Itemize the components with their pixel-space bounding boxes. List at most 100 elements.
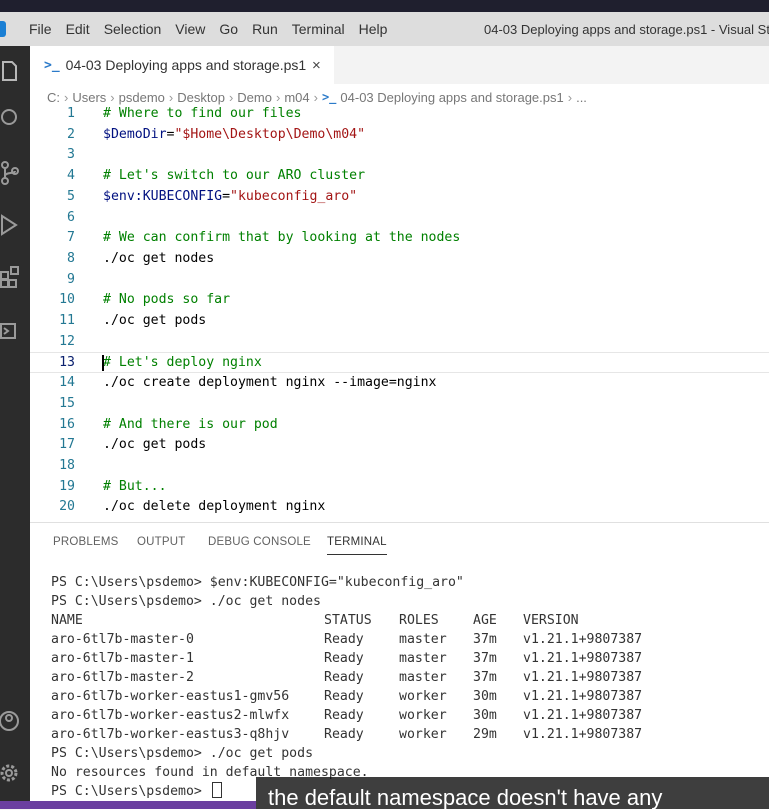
table-cell: Ready <box>324 727 364 742</box>
bottom-panel: PROBLEMS OUTPUT DEBUG CONSOLE TERMINAL P… <box>30 522 769 810</box>
line-text: ./oc get pods <box>103 311 206 332</box>
extensions-icon[interactable] <box>0 264 22 290</box>
breadcrumb-item[interactable]: C: <box>47 90 60 105</box>
table-cell: v1.21.1+9807387 <box>523 689 643 704</box>
run-debug-icon[interactable] <box>0 212 22 238</box>
line-text: ./oc create deployment nginx --image=ngi… <box>103 373 436 394</box>
line-number: 3 <box>67 147 75 163</box>
table-cell: worker <box>399 708 447 723</box>
source-control-icon[interactable] <box>0 160 22 186</box>
code-text: ./oc get pods <box>103 313 207 328</box>
table-cell: Ready <box>324 670 364 685</box>
terminal-prompt: PS C:\Users\psdemo> <box>51 784 210 799</box>
table-header-cell: VERSION <box>523 613 579 628</box>
code-line: 20 ./oc delete deployment nginx <box>30 497 769 518</box>
breadcrumb-item[interactable]: m04 <box>284 90 309 105</box>
editor: >_ 04-03 Deploying apps and storage.ps1 … <box>30 46 769 522</box>
line-number: 15 <box>59 395 75 411</box>
breadcrumb-item[interactable]: psdemo <box>119 90 165 105</box>
line-number: 12 <box>59 333 75 349</box>
menu-edit[interactable]: Edit <box>59 21 97 37</box>
breadcrumb-item[interactable]: Users <box>72 90 106 105</box>
explorer-icon[interactable] <box>0 58 22 84</box>
tab-label: 04-03 Deploying apps and storage.ps1 <box>65 57 307 73</box>
breadcrumb-chevron-icon: › <box>567 89 573 105</box>
menu-file[interactable]: File <box>22 21 59 37</box>
code-line: 7 # We can confirm that by looking at the… <box>30 228 769 249</box>
line-number: 17 <box>59 437 75 453</box>
table-header-cell: STATUS <box>324 613 372 628</box>
menu-terminal[interactable]: Terminal <box>285 21 352 37</box>
line-text: # Let's deploy nginx <box>103 353 262 374</box>
table-cell: worker <box>399 689 447 704</box>
code-string: "$Home\Desktop\Demo\m04" <box>174 126 366 142</box>
code-variable: $DemoDir <box>103 126 167 142</box>
line-text: $env:KUBECONFIG="kubeconfig_aro" <box>103 187 357 208</box>
menu-help[interactable]: Help <box>352 21 395 37</box>
tab-output[interactable]: OUTPUT <box>137 536 185 548</box>
powershell-file-icon: >_ <box>44 57 60 73</box>
code-text: # We can confirm that by looking at the … <box>103 230 461 246</box>
table-cell: aro-6tl7b-master-2 <box>51 670 194 685</box>
code-line: 1 # Where to find our files <box>30 104 769 125</box>
terminal-text: PS C:\Users\psdemo> $env:KUBECONFIG="kub… <box>51 575 464 590</box>
menu-selection[interactable]: Selection <box>97 21 169 37</box>
title-bar: File Edit Selection View Go Run Terminal… <box>0 12 769 46</box>
tab-problems[interactable]: PROBLEMS <box>53 536 119 548</box>
line-number: 14 <box>59 375 75 391</box>
accounts-icon[interactable] <box>0 708 22 734</box>
close-icon[interactable]: × <box>312 57 321 74</box>
top-strip <box>0 0 769 12</box>
line-number: 4 <box>67 168 75 184</box>
terminal[interactable]: PS C:\Users\psdemo> $env:KUBECONFIG="kub… <box>51 573 653 801</box>
line-text: $DemoDir="$Home\Desktop\Demo\m04" <box>103 125 365 146</box>
table-cell: aro-6tl7b-master-0 <box>51 632 194 647</box>
table-cell: v1.21.1+9807387 <box>523 670 643 685</box>
table-cell: 37m <box>473 632 497 647</box>
remote-explorer-icon[interactable] <box>0 318 22 344</box>
breadcrumb-item[interactable]: Desktop <box>177 90 225 105</box>
line-number: 18 <box>59 457 75 473</box>
breadcrumb-item[interactable]: Demo <box>237 90 272 105</box>
table-header-cell: NAME <box>51 613 83 628</box>
breadcrumb-item[interactable]: ... <box>576 90 587 105</box>
code-line: 5 $env:KUBECONFIG="kubeconfig_aro" <box>30 187 769 208</box>
code-area[interactable]: 1 # Where to find our files 2 $DemoDir="$Ho… <box>30 104 769 522</box>
line-text: # And there is our pod <box>103 415 278 436</box>
terminal-table-row: aro-6tl7b-worker-eastus3-q8hjv Ready worke… <box>51 725 653 744</box>
table-cell: master <box>399 670 447 685</box>
code-text: ./oc delete deployment nginx <box>103 499 326 515</box>
terminal-table-row: aro-6tl7b-master-2 Ready master 37m v1.21.1+… <box>51 668 653 687</box>
table-cell: aro-6tl7b-worker-eastus1-gmv56 <box>51 689 290 704</box>
code-line: 14 ./oc create deployment nginx --image=n… <box>30 373 769 394</box>
code-text: ./oc get nodes <box>103 250 215 266</box>
line-number: 2 <box>67 126 75 142</box>
table-cell: 30m <box>473 689 497 704</box>
tab-debug-console[interactable]: DEBUG CONSOLE <box>208 536 311 548</box>
search-icon[interactable] <box>0 106 22 132</box>
terminal-text: PS C:\Users\psdemo> ./oc get pods <box>51 746 314 761</box>
breadcrumb-item[interactable]: 04-03 Deploying apps and storage.ps1 <box>340 90 563 105</box>
line-text: # We can confirm that by looking at the … <box>103 228 460 249</box>
code-line: 3 <box>30 145 769 166</box>
line-text: # Let's switch to our ARO cluster <box>103 166 365 187</box>
code-line: 11 ./oc get pods <box>30 311 769 332</box>
menu-go[interactable]: Go <box>212 21 245 37</box>
code-line: 12 <box>30 332 769 353</box>
text-cursor <box>102 355 104 372</box>
terminal-text: PS C:\Users\psdemo> ./oc get nodes <box>51 594 321 609</box>
code-text: # No pods so far <box>103 292 231 308</box>
code-line: 6 <box>30 208 769 229</box>
line-text: # But... <box>103 477 167 498</box>
menu-view[interactable]: View <box>168 21 212 37</box>
tab-active-file[interactable]: >_ 04-03 Deploying apps and storage.ps1 … <box>30 46 334 84</box>
activity-bar <box>0 46 30 809</box>
line-text: ./oc get pods <box>103 435 206 456</box>
terminal-cursor <box>211 782 222 798</box>
tab-terminal[interactable]: TERMINAL <box>327 536 387 555</box>
settings-gear-icon[interactable] <box>0 760 22 786</box>
menu-run[interactable]: Run <box>245 21 285 37</box>
code-operator: = <box>222 188 231 204</box>
terminal-line: PS C:\Users\psdemo> ./oc get nodes <box>51 592 653 611</box>
code-text: # Let's deploy nginx <box>103 355 262 371</box>
